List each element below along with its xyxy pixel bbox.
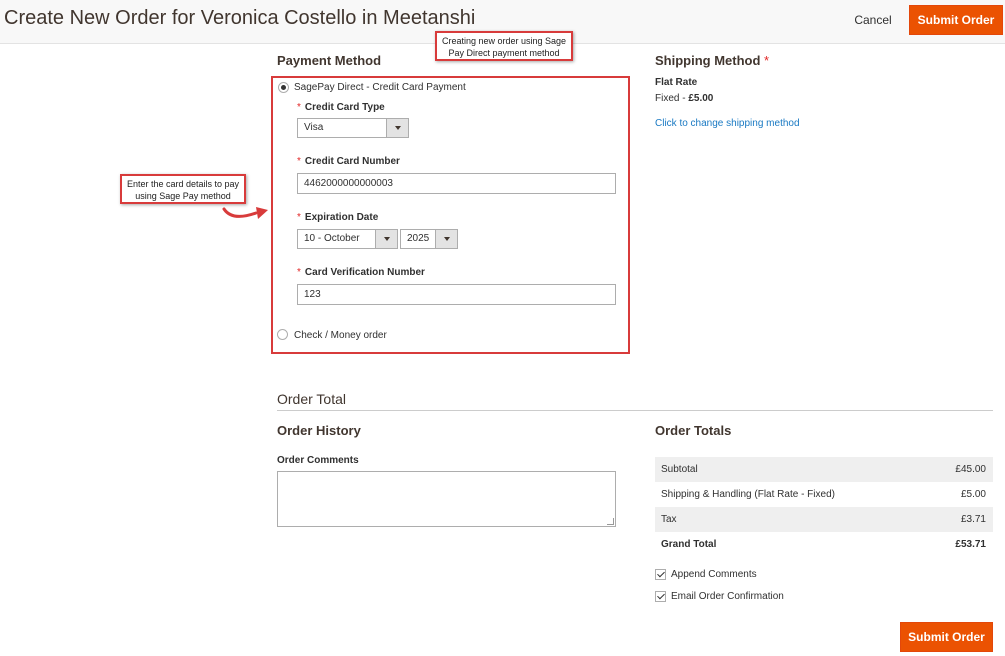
cc-type-select[interactable]: Visa bbox=[297, 118, 409, 138]
order-comments-label: Order Comments bbox=[277, 455, 359, 466]
exp-date-label: * Expiration Date bbox=[297, 212, 379, 223]
append-comments-label[interactable]: Append Comments bbox=[671, 569, 757, 580]
order-comments-textarea[interactable] bbox=[277, 471, 616, 527]
chevron-down-icon bbox=[375, 230, 397, 248]
page-title: Create New Order for Veronica Costello i… bbox=[4, 7, 476, 29]
cvv-label: * Card Verification Number bbox=[297, 267, 425, 278]
chevron-down-icon bbox=[386, 119, 408, 137]
cancel-button[interactable]: Cancel bbox=[845, 6, 901, 34]
sagepay-radio-label[interactable]: SagePay Direct - Credit Card Payment bbox=[294, 82, 466, 93]
check-money-order-radio[interactable] bbox=[277, 329, 288, 340]
exp-year-select[interactable]: 2025 bbox=[400, 229, 458, 249]
cc-type-label: * Credit Card Type bbox=[297, 102, 385, 113]
sagepay-radio[interactable] bbox=[278, 82, 289, 93]
chevron-down-icon bbox=[435, 230, 457, 248]
totals-row-tax: Tax £3.71 bbox=[655, 507, 993, 532]
exp-month-select[interactable]: 10 - October bbox=[297, 229, 398, 249]
cc-number-input[interactable]: 4462000000000003 bbox=[297, 173, 616, 194]
totals-row-grand-total: Grand Total £53.71 bbox=[661, 539, 986, 550]
cc-number-label: * Credit Card Number bbox=[297, 156, 400, 167]
change-shipping-link[interactable]: Click to change shipping method bbox=[655, 118, 800, 129]
annotation-callout-top: Creating new order using Sage Pay Direct… bbox=[435, 31, 573, 61]
totals-row-subtotal: Subtotal £45.00 bbox=[655, 457, 993, 482]
resize-handle-icon[interactable] bbox=[607, 518, 614, 525]
order-history-title: Order History bbox=[277, 423, 361, 438]
divider bbox=[277, 410, 993, 411]
check-money-order-label[interactable]: Check / Money order bbox=[294, 330, 387, 341]
order-total-title: Order Total bbox=[277, 391, 346, 407]
append-comments-checkbox[interactable] bbox=[655, 569, 666, 580]
payment-method-title: Payment Method bbox=[277, 53, 382, 68]
totals-row-shipping: Shipping & Handling (Flat Rate - Fixed) … bbox=[661, 489, 986, 500]
email-confirmation-checkbox[interactable] bbox=[655, 591, 666, 602]
order-totals-table: Subtotal £45.00 Shipping & Handling (Fla… bbox=[655, 457, 993, 557]
submit-order-button-bottom[interactable]: Submit Order bbox=[900, 622, 993, 652]
cvv-input[interactable]: 123 bbox=[297, 284, 616, 305]
submit-order-button-top[interactable]: Submit Order bbox=[909, 5, 1003, 35]
shipping-carrier: Flat Rate bbox=[655, 77, 698, 88]
order-totals-title: Order Totals bbox=[655, 423, 732, 438]
email-confirmation-label[interactable]: Email Order Confirmation bbox=[671, 591, 784, 602]
shipping-method-title: Shipping Method * bbox=[655, 53, 770, 68]
shipping-price: Fixed - £5.00 bbox=[655, 93, 714, 104]
annotation-arrow-icon bbox=[222, 207, 268, 219]
